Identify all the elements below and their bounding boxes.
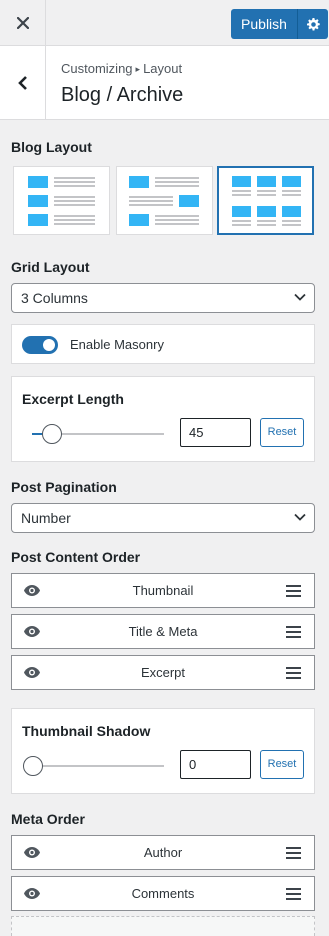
thumbnail-shadow-slider[interactable]	[23, 756, 164, 776]
thumbnail-shadow-input[interactable]: 0	[180, 750, 251, 779]
breadcrumb-root: Customizing	[61, 61, 133, 76]
excerpt-length-input[interactable]: 45	[180, 418, 251, 447]
sortable-item-label: Comments	[131, 886, 195, 901]
layout-option-list[interactable]	[13, 166, 110, 235]
sortable-item-label: Title & Meta	[128, 624, 198, 639]
blog-layout-label: Blog Layout	[11, 139, 92, 155]
grid-layout-value: 3 Columns	[21, 290, 88, 306]
sortable-item-label: Excerpt	[140, 665, 186, 680]
layout-option-alternating[interactable]	[116, 166, 213, 235]
breadcrumb-separator-icon: ▸	[135, 64, 141, 74]
grid-layout-label: Grid Layout	[11, 259, 90, 275]
pagination-select[interactable]: Number	[11, 503, 315, 533]
masonry-label: Enable Masonry	[70, 337, 164, 352]
sortable-item-excerpt[interactable]: Excerpt	[11, 655, 315, 690]
shadow-reset-button[interactable]: Reset	[260, 750, 304, 779]
chevron-down-icon	[294, 293, 306, 301]
customizer-topbar: Publish	[0, 0, 329, 46]
meta-order-label: Meta Order	[11, 811, 85, 827]
blog-layout-options	[13, 166, 315, 236]
publish-settings-button[interactable]	[297, 9, 328, 39]
thumbnail-shadow-card: Thumbnail Shadow 0 Reset	[11, 708, 315, 794]
layout-option-grid[interactable]	[217, 166, 314, 235]
masonry-toggle[interactable]	[22, 336, 58, 354]
section-header: Customizing ▸ Layout Blog / Archive	[0, 46, 329, 120]
thumbnail-shadow-label: Thumbnail Shadow	[22, 723, 151, 739]
publish-group: Publish	[231, 9, 328, 39]
grid-layout-select[interactable]: 3 Columns	[11, 283, 315, 313]
excerpt-length-label: Excerpt Length	[22, 391, 124, 407]
sortable-item-label: Thumbnail	[132, 583, 194, 598]
breadcrumb: Customizing ▸ Layout	[61, 61, 182, 76]
excerpt-length-slider[interactable]	[32, 424, 164, 444]
eye-icon[interactable]	[23, 584, 41, 597]
chevron-left-icon	[17, 75, 27, 90]
drag-handle-icon[interactable]	[286, 667, 301, 679]
masonry-card: Enable Masonry	[11, 324, 315, 364]
sortable-item-thumbnail[interactable]: Thumbnail	[11, 573, 315, 608]
drag-handle-icon[interactable]	[286, 585, 301, 597]
chevron-down-icon	[294, 513, 306, 521]
eye-icon[interactable]	[23, 846, 41, 859]
layout-list-icon	[28, 176, 95, 226]
excerpt-reset-button[interactable]: Reset	[260, 418, 304, 447]
pagination-value: Number	[21, 510, 71, 526]
sortable-item-comments[interactable]: Comments	[11, 876, 315, 911]
sortable-item-author[interactable]: Author	[11, 835, 315, 870]
publish-button[interactable]: Publish	[231, 9, 297, 39]
excerpt-length-card: Excerpt Length 45 Reset	[11, 376, 315, 462]
sortable-item-title-meta[interactable]: Title & Meta	[11, 614, 315, 649]
breadcrumb-section: Layout	[143, 61, 183, 76]
close-customizer-button[interactable]	[0, 0, 46, 45]
drag-handle-icon[interactable]	[286, 888, 301, 900]
content-order-label: Post Content Order	[11, 549, 141, 565]
next-control-partial	[11, 916, 315, 936]
toggle-knob	[43, 339, 55, 351]
layout-alternating-icon	[129, 176, 199, 226]
close-icon	[16, 16, 29, 29]
drag-handle-icon[interactable]	[286, 626, 301, 638]
eye-icon[interactable]	[23, 666, 41, 679]
pagination-label: Post Pagination	[11, 479, 117, 495]
eye-icon[interactable]	[23, 887, 41, 900]
slider-thumb[interactable]	[42, 424, 62, 444]
back-button[interactable]	[0, 46, 46, 119]
layout-grid-icon	[232, 176, 301, 226]
gear-icon	[306, 17, 320, 30]
eye-icon[interactable]	[23, 625, 41, 638]
slider-thumb[interactable]	[23, 756, 43, 776]
sortable-item-label: Author	[143, 845, 183, 860]
drag-handle-icon[interactable]	[286, 847, 301, 859]
page-title: Blog / Archive	[61, 84, 184, 106]
